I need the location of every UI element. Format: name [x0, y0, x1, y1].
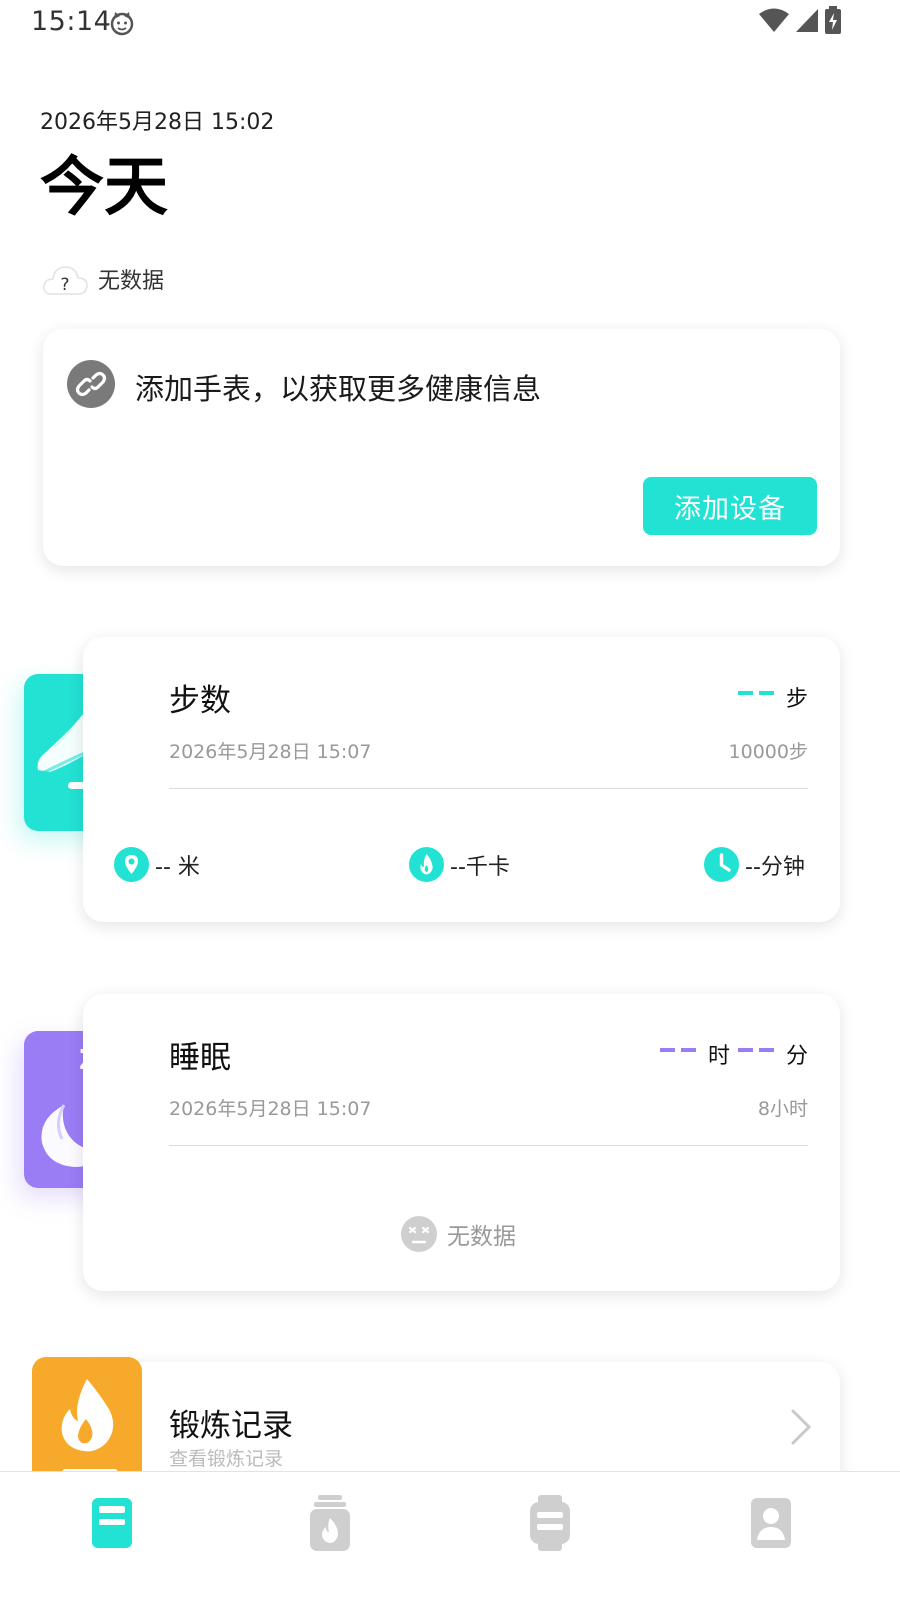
nav-today-tab[interactable]: [87, 1494, 137, 1552]
calories-metric: --千卡: [409, 847, 510, 882]
battery-charging-icon: [825, 6, 841, 34]
distance-text: -- 米: [155, 854, 200, 880]
link-icon: [67, 360, 115, 408]
watch-icon: [530, 1495, 570, 1551]
add-watch-message: 添加手表，以获取更多健康信息: [135, 372, 542, 406]
clock-icon: [704, 847, 739, 882]
nav-profile-tab[interactable]: [746, 1494, 796, 1552]
distance-metric: -- 米: [114, 847, 200, 882]
notification-cat-icon: [110, 12, 134, 36]
signal-icon: [796, 9, 818, 32]
sleep-hours-placeholder: [659, 1048, 702, 1052]
calories-text: --千卡: [450, 854, 510, 880]
wifi-icon: [759, 8, 789, 32]
svg-text:?: ?: [60, 275, 69, 295]
steps-unit: 步: [785, 687, 808, 712]
sleep-card[interactable]: 睡眠 时 分 2026年5月28日 15:07 8小时 无数据: [83, 994, 840, 1291]
chevron-right-icon: [791, 1409, 812, 1445]
status-icons: [758, 6, 842, 34]
nav-device-tab[interactable]: [525, 1494, 575, 1552]
steps-value-placeholder: [737, 691, 780, 695]
sleep-minutes-unit: 分: [785, 1044, 808, 1069]
sleep-value: 时 分: [659, 1038, 808, 1070]
cloud-question-icon: ?: [43, 266, 88, 295]
header-date: 2026年5月28日 15:02: [40, 110, 275, 135]
sleep-empty-state: 无数据: [401, 1216, 516, 1252]
dashboard-icon: [92, 1498, 132, 1548]
add-device-button[interactable]: 添加设备: [643, 477, 817, 535]
page-title: 今天: [40, 151, 168, 225]
sleep-minutes-placeholder: [737, 1048, 780, 1052]
steps-value: 步: [737, 681, 808, 713]
workout-subtitle: 查看锻炼记录: [169, 1448, 284, 1470]
duration-metric: --分钟: [704, 847, 805, 882]
weather-status[interactable]: ? 无数据: [42, 262, 164, 296]
steps-title: 步数: [169, 683, 231, 719]
steps-card[interactable]: 步数 步 2026年5月28日 15:07 10000步 -- 米 --千卡 -…: [83, 637, 840, 922]
steps-metrics: -- 米 --千卡 --分钟: [114, 847, 808, 883]
steps-goal: 10000步: [728, 741, 808, 763]
nav-workout-tab[interactable]: [305, 1494, 355, 1552]
flame-jar-icon: [310, 1495, 350, 1551]
sleep-timestamp: 2026年5月28日 15:07: [169, 1098, 372, 1120]
divider: [169, 788, 808, 789]
status-bar: 15:14: [0, 0, 900, 46]
add-watch-card: 添加手表，以获取更多健康信息 添加设备: [43, 329, 840, 566]
sleep-goal: 8小时: [757, 1098, 808, 1120]
sleep-hours-unit: 时: [707, 1044, 730, 1069]
duration-text: --分钟: [745, 854, 805, 880]
steps-timestamp: 2026年5月28日 15:07: [169, 741, 372, 763]
person-icon: [751, 1498, 791, 1548]
workout-title: 锻炼记录: [169, 1408, 293, 1444]
sleep-empty-text: 无数据: [447, 1224, 516, 1250]
status-time: 15:14: [31, 6, 112, 37]
sleep-title: 睡眠: [169, 1040, 231, 1076]
divider: [169, 1145, 808, 1146]
location-pin-icon: [114, 847, 149, 882]
flame-icon: [409, 847, 444, 882]
weather-text: 无数据: [98, 269, 165, 294]
sad-face-icon: [401, 1216, 437, 1252]
bottom-nav: [0, 1471, 900, 1600]
